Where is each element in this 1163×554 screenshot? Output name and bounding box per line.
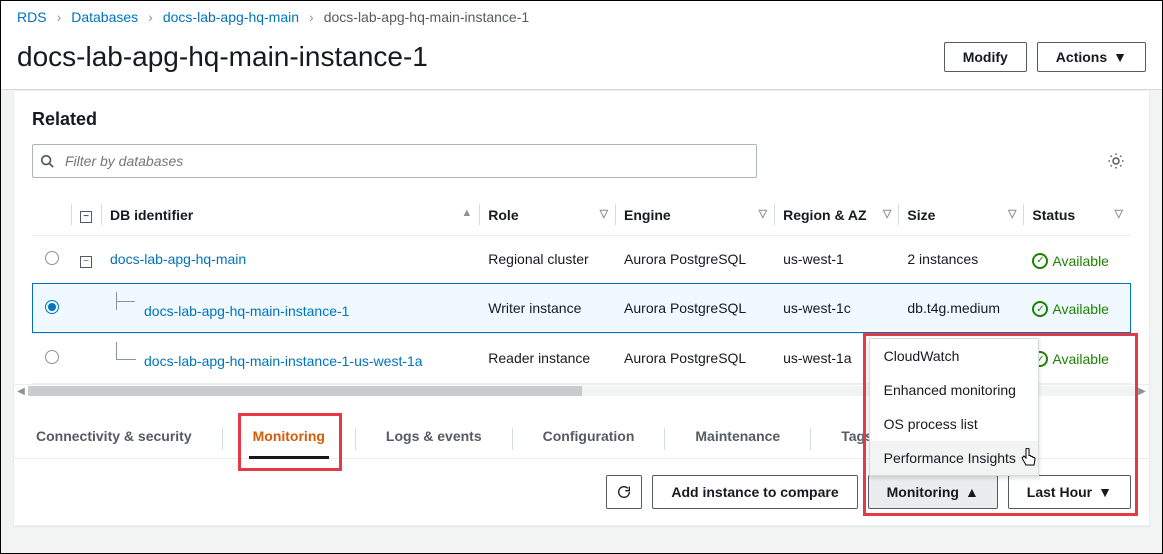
tab-separator — [664, 428, 665, 450]
sort-icon: ▽ — [883, 207, 891, 220]
modify-button[interactable]: Modify — [944, 42, 1027, 72]
menu-item-enhanced-monitoring[interactable]: Enhanced monitoring — [870, 373, 1038, 407]
sort-icon: ▽ — [1008, 207, 1016, 220]
check-circle-icon: ✓ — [1032, 301, 1048, 317]
cell-size: db.t4g.medium — [899, 283, 1024, 333]
row-radio[interactable] — [45, 251, 59, 265]
table-row[interactable]: docs-lab-apg-hq-main-instance-1 Writer in… — [32, 283, 1131, 333]
col-role[interactable]: Role▽ — [480, 194, 616, 236]
row-radio[interactable] — [45, 300, 59, 314]
chevron-right-icon: › — [57, 9, 62, 25]
breadcrumb-databases[interactable]: Databases — [71, 9, 138, 25]
cell-az: us-west-1c — [775, 283, 899, 333]
row-radio[interactable] — [45, 350, 59, 364]
caret-down-icon: ▼ — [1098, 484, 1112, 500]
cell-role: Writer instance — [480, 283, 616, 333]
tab-connectivity-security[interactable]: Connectivity & security — [32, 420, 196, 458]
filter-databases-input[interactable] — [32, 144, 757, 178]
cell-az: us-west-1 — [775, 236, 899, 284]
sort-icon: ▽ — [600, 207, 608, 220]
check-circle-icon: ✓ — [1032, 253, 1048, 269]
col-engine[interactable]: Engine▽ — [616, 194, 775, 236]
chevron-right-icon: › — [148, 9, 153, 25]
cell-engine: Aurora PostgreSQL — [616, 283, 775, 333]
breadcrumb: RDS › Databases › docs-lab-apg-hq-main ›… — [1, 1, 1162, 33]
add-instance-compare-button[interactable]: Add instance to compare — [652, 475, 857, 509]
chevron-right-icon: › — [309, 9, 314, 25]
gear-icon[interactable] — [1107, 152, 1131, 170]
refresh-button[interactable] — [606, 475, 642, 509]
db-identifier-link[interactable]: docs-lab-apg-hq-main-instance-1 — [144, 303, 349, 319]
cell-size: 2 instances — [899, 236, 1024, 284]
col-status[interactable]: Status▽ — [1024, 194, 1131, 236]
cell-engine: Aurora PostgreSQL — [616, 236, 775, 284]
menu-item-cloudwatch[interactable]: CloudWatch — [870, 339, 1038, 373]
tab-separator — [222, 428, 223, 450]
tab-monitoring[interactable]: Monitoring — [249, 420, 329, 458]
cell-engine: Aurora PostgreSQL — [616, 333, 775, 383]
tab-separator — [355, 428, 356, 450]
scroll-left-icon[interactable]: ◀ — [14, 386, 28, 397]
breadcrumb-rds[interactable]: RDS — [17, 9, 47, 25]
db-identifier-link[interactable]: docs-lab-apg-hq-main — [110, 251, 246, 267]
collapse-icon[interactable]: − — [80, 256, 92, 268]
caret-down-icon: ▼ — [1113, 49, 1127, 65]
tab-separator — [810, 428, 811, 450]
monitoring-menu: CloudWatchEnhanced monitoringOS process … — [869, 338, 1039, 476]
tab-separator — [512, 428, 513, 450]
breadcrumb-cluster[interactable]: docs-lab-apg-hq-main — [163, 9, 299, 25]
col-region-az[interactable]: Region & AZ▽ — [775, 194, 899, 236]
related-heading: Related — [32, 109, 1131, 130]
tab-logs-events[interactable]: Logs & events — [382, 420, 486, 458]
search-icon — [40, 154, 54, 168]
monitoring-dropdown-button[interactable]: Monitoring ▲ — [868, 475, 998, 509]
col-size[interactable]: Size▽ — [899, 194, 1024, 236]
status-badge: ✓Available — [1032, 301, 1109, 317]
cell-role: Regional cluster — [480, 236, 616, 284]
caret-up-icon: ▲ — [965, 484, 979, 500]
status-badge: ✓Available — [1032, 351, 1109, 367]
breadcrumb-current: docs-lab-apg-hq-main-instance-1 — [324, 9, 529, 25]
col-db-identifier[interactable]: DB identifier▲ — [102, 194, 480, 236]
sort-asc-icon: ▲ — [461, 207, 472, 219]
actions-button[interactable]: Actions ▼ — [1037, 42, 1146, 72]
tab-maintenance[interactable]: Maintenance — [691, 420, 784, 458]
time-range-button[interactable]: Last Hour▼ — [1008, 475, 1131, 509]
sort-icon: ▽ — [1115, 207, 1123, 220]
sort-icon: ▽ — [759, 207, 767, 220]
scroll-right-icon[interactable]: ▶ — [1135, 386, 1149, 397]
status-badge: ✓Available — [1032, 253, 1109, 269]
table-row[interactable]: − docs-lab-apg-hq-main Regional clusterAur… — [32, 236, 1131, 284]
cell-role: Reader instance — [480, 333, 616, 383]
tab-configuration[interactable]: Configuration — [539, 420, 639, 458]
menu-item-os-process-list[interactable]: OS process list — [870, 407, 1038, 441]
collapse-all-icon[interactable]: − — [80, 211, 92, 223]
page-title: docs-lab-apg-hq-main-instance-1 — [17, 41, 428, 73]
db-identifier-link[interactable]: docs-lab-apg-hq-main-instance-1-us-west-… — [144, 353, 423, 369]
menu-item-performance-insights[interactable]: Performance Insights — [870, 441, 1038, 475]
